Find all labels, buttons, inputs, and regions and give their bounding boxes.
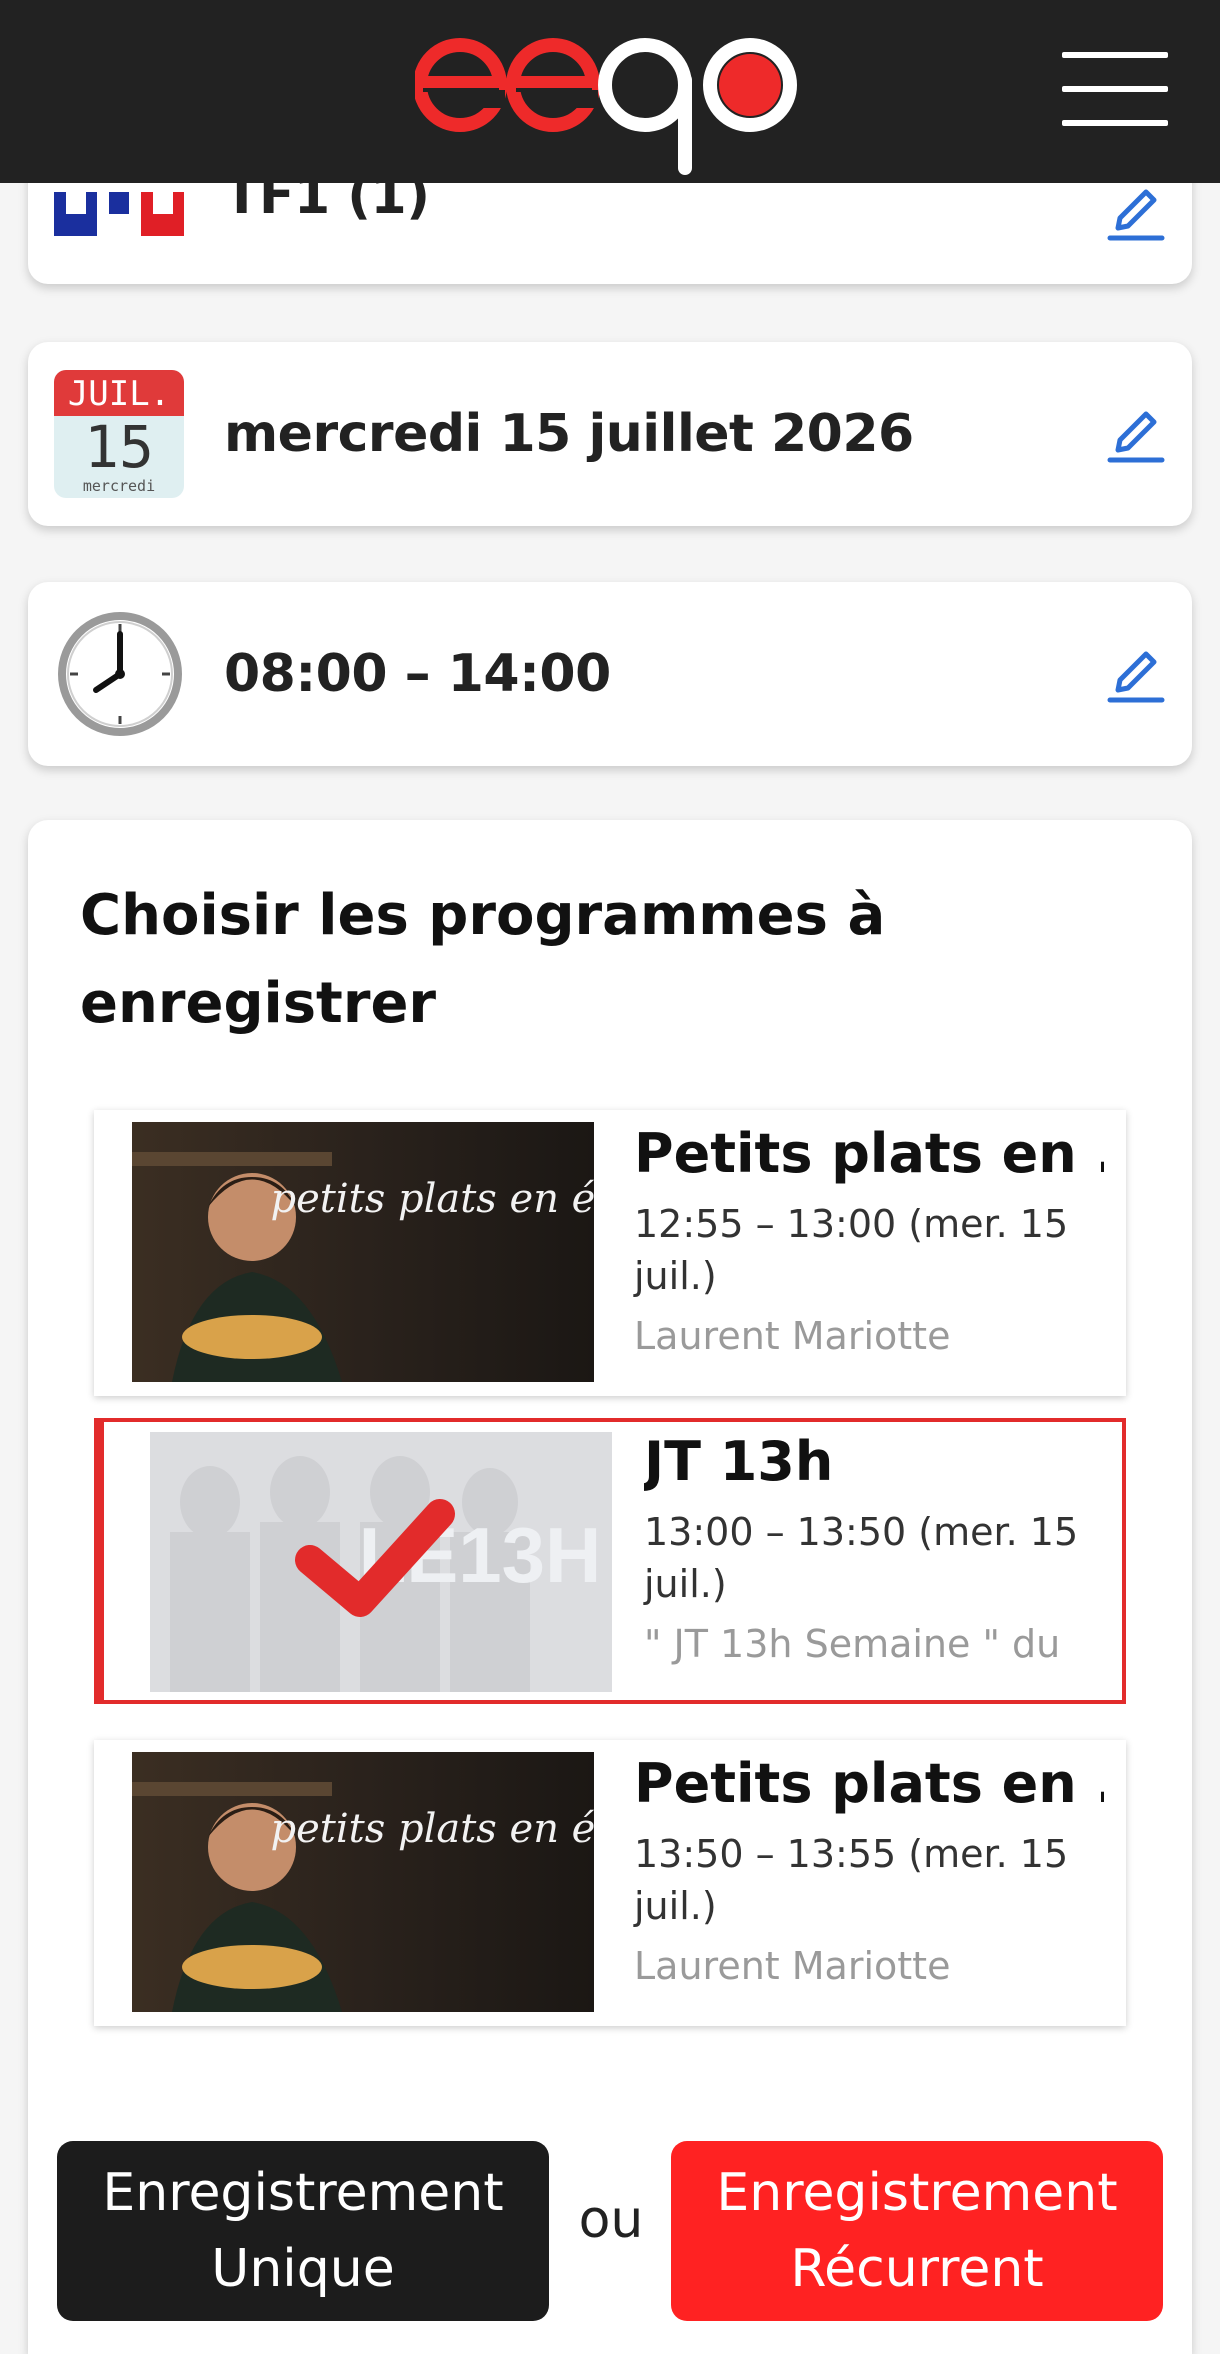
program-description: " JT 13h Semaine " du (644, 1622, 1061, 1666)
time-range-label: 08:00 – 14:00 (224, 644, 611, 704)
program-thumbnail: petits plats en équilibre (132, 1752, 594, 2012)
program-card-selected[interactable]: LE13H JT 13h 13:00 – 13:50 (mer. 15 juil… (94, 1418, 1126, 1704)
date-label: mercredi 15 juillet 2026 (224, 404, 914, 464)
eeqo-logo[interactable] (415, 30, 805, 180)
pencil-icon[interactable] (1106, 400, 1166, 464)
program-card[interactable]: petits plats en équilibre Petits plats e… (94, 1740, 1126, 2026)
thumb-text-1: petits plats en équilibre (271, 1176, 595, 1222)
time-row[interactable]: 08:00 – 14:00 (28, 582, 1192, 766)
pencil-icon[interactable] (1106, 640, 1166, 704)
record-recurrent-button[interactable]: Enregistrement Récurrent (671, 2141, 1163, 2321)
program-description: Laurent Mariotte (634, 1314, 951, 1358)
calendar-day: 15 (84, 413, 154, 481)
program-title: JT 13h (644, 1430, 834, 1493)
hamburger-icon[interactable] (1062, 50, 1168, 130)
program-time: 13:50 – 13:55 (mer. 15 juil.) (634, 1832, 1069, 1928)
pencil-icon[interactable] (1106, 178, 1166, 242)
tf1-logo (54, 192, 184, 236)
program-time: 13:00 – 13:50 (mer. 15 juil.) (644, 1510, 1079, 1606)
or-label: ou (578, 2190, 644, 2250)
calendar-icon: JUIL. 15 mercredi (54, 370, 184, 498)
program-thumbnail: LE13H (150, 1432, 612, 1692)
calendar-weekday: mercredi (82, 477, 156, 495)
clock-icon (58, 612, 182, 736)
program-title: Petits plats en ... (634, 1752, 1104, 1815)
program-title: Petits plats en ... (634, 1122, 1104, 1185)
program-thumbnail: petits plats en équilibre (132, 1122, 594, 1382)
record-unique-button[interactable]: Enregistrement Unique (57, 2141, 549, 2321)
calendar-month: JUIL. (54, 370, 184, 416)
app-header (0, 0, 1220, 183)
program-description: Laurent Mariotte (634, 1944, 951, 1988)
program-card[interactable]: petits plats en équilibre Petits plats e… (94, 1110, 1126, 1396)
programs-section: Choisir les programmes à enregistrer pet… (28, 820, 1192, 2354)
date-row[interactable]: JUIL. 15 mercredi mercredi 15 juillet 20… (28, 342, 1192, 526)
thumb-text-3: petits plats en équilibre (271, 1806, 595, 1852)
program-time: 12:55 – 13:00 (mer. 15 juil.) (634, 1202, 1069, 1298)
section-title: Choisir les programmes à enregistrer (80, 883, 886, 1036)
